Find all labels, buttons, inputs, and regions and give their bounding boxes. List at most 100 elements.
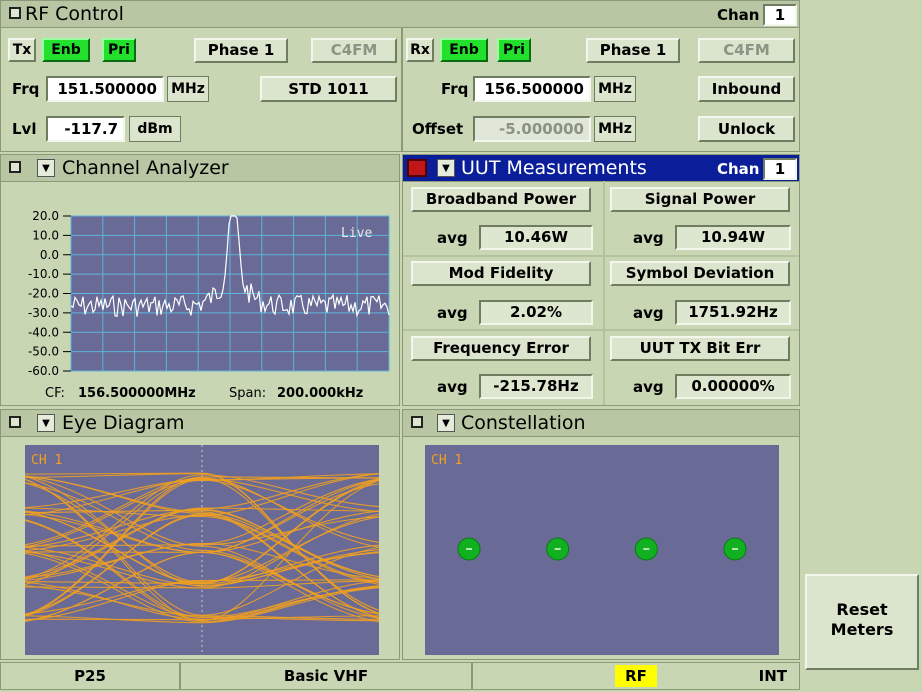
rx-enable-button[interactable]: Enb [440,38,488,62]
eye-diagram-channel-label: CH 1 [31,453,62,468]
rx-modulation-button[interactable]: C4FM [698,38,795,63]
constellation-title: Constellation [461,412,586,434]
status-reference: INT [758,667,787,685]
tx-standard-button[interactable]: STD 1011 [260,76,397,102]
uut-row-divider-1 [403,255,799,257]
uut-chan-value[interactable]: 1 [763,158,797,180]
broadband-power-value: 10.46W [479,225,593,250]
uut-cell-divider [603,181,605,405]
symbol-deviation-value: 1751.92Hz [675,300,791,325]
broadband-power-button[interactable]: Broadband Power [411,187,591,212]
spectrum-y-tick-label: 0.0 [40,248,59,262]
uut-tx-bit-err-value: 0.00000% [675,374,791,399]
tx-modulation-button[interactable]: C4FM [311,38,397,63]
rf-control-toggle-icon[interactable] [9,7,21,19]
rx-phase-button[interactable]: Phase 1 [586,38,680,63]
constellation-panel: ▼ Constellation CH 1 [402,409,800,660]
uut-tx-bit-err-button[interactable]: UUT TX Bit Err [610,336,790,361]
channel-analyzer-panel: ▼ Channel Analyzer 20.0 10.0 0.0 -10.0 -20.0… [0,154,400,406]
rx-offset-label: Offset [412,120,464,138]
constellation-dropdown-icon[interactable]: ▼ [437,414,455,432]
reset-meters-label-line1: Reset [836,600,888,619]
rx-offset-field[interactable]: -5.000000 [473,116,591,142]
uut-measurements-panel: ▼ UUT Measurements Chan 1 Broadband Powe… [402,154,800,406]
reset-meters-label-line2: Meters [830,620,894,639]
rx-frequency-field[interactable]: 156.500000 [473,76,591,102]
rf-control-panel: RF Control Chan 1 Tx Enb Pri Phase 1 C4F… [0,0,800,152]
tx-frequency-field[interactable]: 151.500000 [46,76,164,102]
constellation-toggle-icon[interactable] [411,416,423,428]
spectrum-y-tick-label: -40.0 [28,325,59,339]
tx-priority-button[interactable]: Pri [102,38,136,62]
tx-phase-button[interactable]: Phase 1 [194,38,288,63]
spectrum-y-tick-label: -20.0 [28,287,59,301]
spectrum-y-axis: 20.0 10.0 0.0 -10.0 -20.0 -30.0 -40.0 -50.0 -60.… [28,209,71,378]
rf-chan-label: Chan [717,6,760,24]
rx-offset-unit[interactable]: MHz [594,116,636,142]
frequency-error-avg-label: avg [437,378,468,396]
uut-measurements-title: UUT Measurements [461,157,647,179]
uut-measurements-dropdown-icon[interactable]: ▼ [437,159,455,177]
channel-analyzer-header: ▼ Channel Analyzer [1,155,399,182]
mod-fidelity-avg-label: avg [437,304,468,322]
frequency-error-value: -215.78Hz [479,374,593,399]
uut-tx-bit-err-avg-label: avg [633,378,664,396]
rf-control-header: RF Control Chan 1 [1,1,799,28]
spectrum-y-tick-label: -30.0 [28,306,59,320]
rx-inbound-button[interactable]: Inbound [698,76,795,102]
channel-analyzer-toggle-icon[interactable] [9,161,21,173]
spectrum-y-tick-label: -50.0 [28,345,59,359]
rx-frq-label: Frq [441,80,469,98]
tx-toggle-button[interactable]: Tx [8,38,36,62]
symbol-deviation-button[interactable]: Symbol Deviation [610,261,790,286]
eye-diagram-plot: CH 1 [25,445,379,655]
spectrum-y-tick-label: 10.0 [32,228,59,242]
eye-diagram-dropdown-icon[interactable]: ▼ [37,414,55,432]
constellation-plot: CH 1 [425,445,779,655]
spectrum-cf-value: 156.500000MHz [78,386,196,401]
status-mode-badge: RF [615,665,657,687]
broadband-power-avg-label: avg [437,229,468,247]
spectrum-y-tick-label: 20.0 [32,209,59,223]
reset-meters-button[interactable]: Reset Meters [805,574,919,670]
signal-power-value: 10.94W [675,225,791,250]
rx-frequency-unit[interactable]: MHz [594,76,636,102]
tx-enable-button[interactable]: Enb [42,38,90,62]
tx-frq-label: Frq [12,80,40,98]
uut-measurements-toggle-icon[interactable] [407,159,427,177]
eye-diagram-panel: ▼ Eye Diagram CH 1 [0,409,400,660]
signal-power-avg-label: avg [633,229,664,247]
tx-level-unit[interactable]: dBm [129,116,181,142]
rf-chan-value[interactable]: 1 [763,4,797,26]
uut-chan-label: Chan [717,160,760,178]
spectrum-y-tick-label: -60.0 [28,364,59,378]
tx-lvl-label: Lvl [12,120,37,138]
symbol-deviation-avg-label: avg [633,304,664,322]
uut-row-divider-2 [403,329,799,331]
eye-diagram-toggle-icon[interactable] [9,416,21,428]
status-standard: P25 [0,662,180,690]
spectrum-span-value: 200.000kHz [277,386,363,401]
rx-unlock-button[interactable]: Unlock [698,116,795,142]
tx-frequency-unit[interactable]: MHz [167,76,209,102]
rf-control-divider [401,27,403,151]
status-mode-area: RF INT [472,662,800,690]
frequency-error-button[interactable]: Frequency Error [411,336,591,361]
channel-analyzer-dropdown-icon[interactable]: ▼ [37,159,55,177]
rx-priority-button[interactable]: Pri [497,38,531,62]
status-test-name: Basic VHF [180,662,472,690]
eye-diagram-header: ▼ Eye Diagram [1,410,399,437]
eye-diagram-title: Eye Diagram [62,412,185,434]
mod-fidelity-button[interactable]: Mod Fidelity [411,261,591,286]
spectrum-cf-label: CF: [45,386,65,401]
uut-measurements-header: ▼ UUT Measurements Chan 1 [403,155,799,182]
spectrum-span-label: Span: [229,386,266,401]
spectrum-chart: 20.0 10.0 0.0 -10.0 -20.0 -30.0 -40.0 -50.0 -60.… [28,209,390,401]
rf-control-title: RF Control [25,3,124,25]
mod-fidelity-value: 2.02% [479,300,593,325]
tx-level-field[interactable]: -117.7 [46,116,125,142]
spectrum-live-label: Live [341,226,372,241]
constellation-channel-label: CH 1 [431,453,462,468]
rx-toggle-button[interactable]: Rx [406,38,434,62]
signal-power-button[interactable]: Signal Power [610,187,790,212]
